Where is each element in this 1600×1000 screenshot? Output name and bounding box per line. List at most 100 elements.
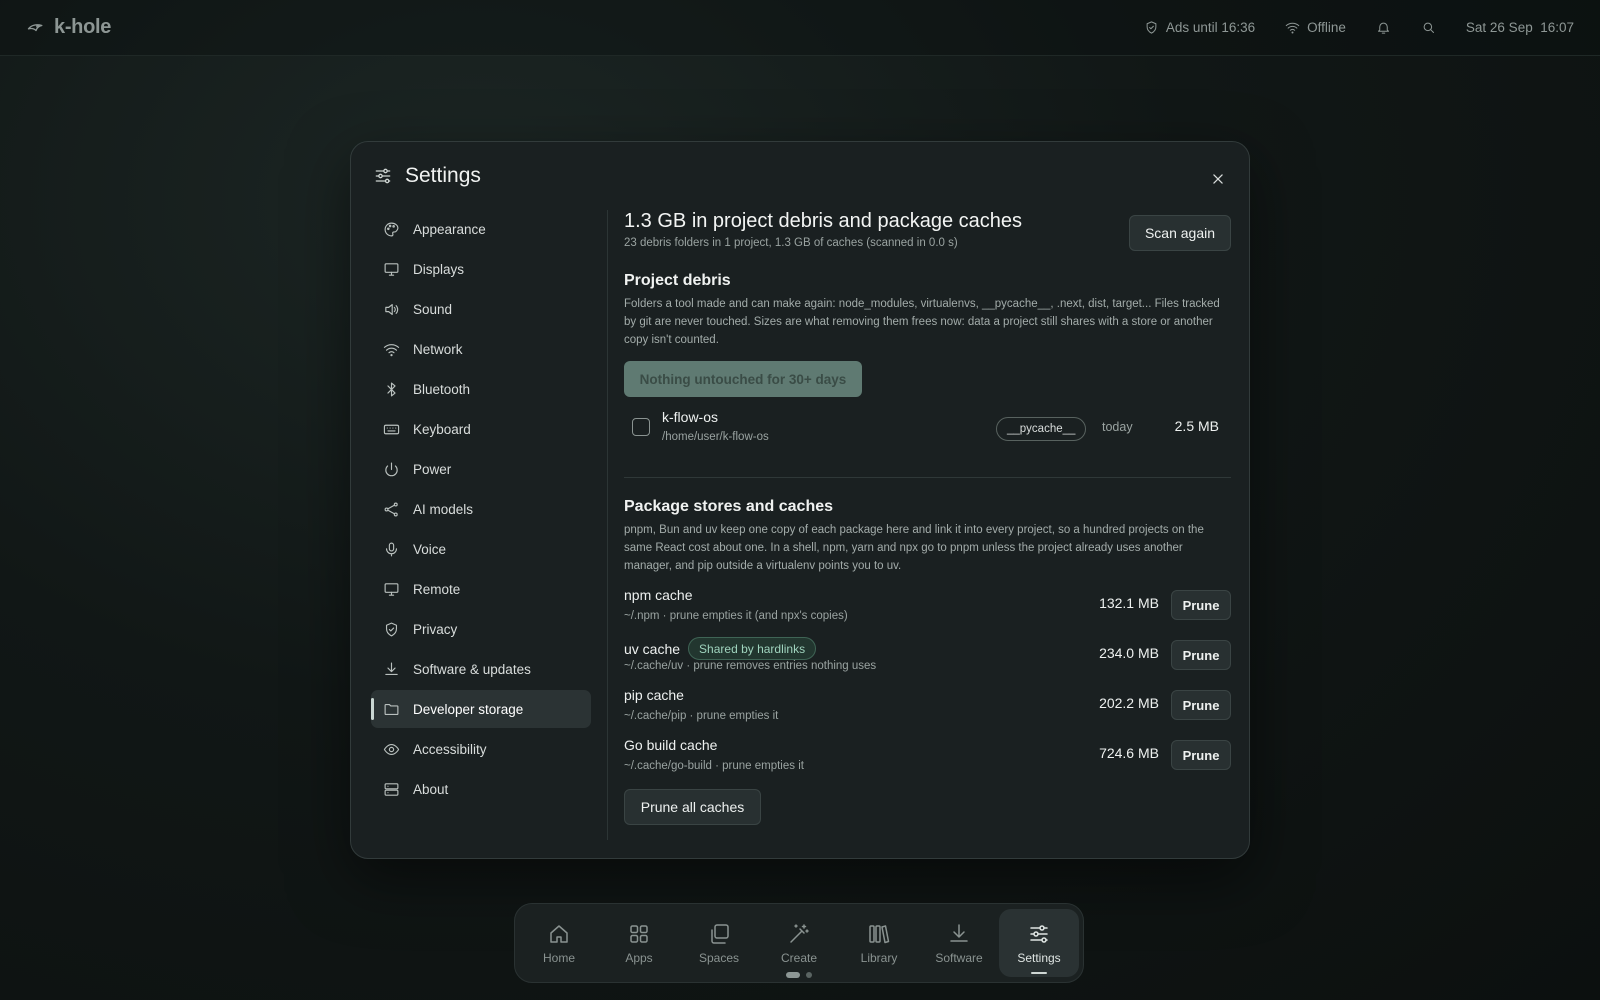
project-path: /home/user/k-flow-os: [662, 431, 769, 443]
eye-icon: [383, 743, 400, 755]
settings-dialog: Settings Appearance Displays Sound Netwo…: [350, 141, 1250, 859]
dock-page-indicator[interactable]: [786, 972, 812, 978]
cache-name: uv cache Shared by hardlinks: [624, 637, 817, 660]
sidebar-item-accessibility[interactable]: Accessibility: [371, 730, 591, 768]
sidebar-item-label: Sound: [413, 301, 453, 317]
dock-item-settings[interactable]: Settings: [999, 909, 1079, 977]
sidebar-item-bluetooth[interactable]: Bluetooth: [371, 370, 591, 408]
sidebar-item-software-updates[interactable]: Software & updates: [371, 650, 591, 688]
dock-item-library[interactable]: Library: [839, 909, 919, 977]
network-status[interactable]: Offline: [1285, 20, 1346, 35]
bluetooth-icon: [387, 382, 396, 396]
sidebar-item-label: Voice: [413, 541, 447, 557]
notifications-button[interactable]: [1376, 20, 1391, 35]
prune-button[interactable]: Prune: [1171, 640, 1231, 670]
sidebar-item-power[interactable]: Power: [371, 450, 591, 488]
dialog-title: Settings: [405, 164, 481, 187]
page-dot[interactable]: [806, 972, 812, 978]
page-dot-active[interactable]: [786, 972, 800, 978]
copy-icon: [711, 923, 729, 944]
cache-name: npm cache: [624, 587, 692, 603]
sidebar-item-about[interactable]: About: [371, 770, 591, 808]
shield-check-icon: [385, 622, 398, 636]
ads-status[interactable]: Ads until 16:36: [1144, 20, 1255, 35]
sidebar-item-label: Appearance: [413, 221, 486, 237]
section-description: Folders a tool made and can make again: …: [624, 298, 1220, 346]
prune-button[interactable]: Prune: [1171, 690, 1231, 720]
sidebar-item-keyboard[interactable]: Keyboard: [371, 410, 591, 448]
cache-size: 202.2 MB: [1099, 695, 1159, 711]
cache-size: 234.0 MB: [1099, 645, 1159, 661]
sidebar-item-label: Keyboard: [413, 421, 471, 437]
project-row[interactable]: k-flow-os /home/user/k-flow-os __pycache…: [624, 403, 1231, 459]
sliders-icon: [1030, 924, 1048, 943]
sidebar-item-label: Remote: [413, 581, 461, 597]
status-area: Ads until 16:36 Offline Sat 26 Sep 16:07: [1144, 20, 1574, 35]
dock-item-label: Software: [935, 950, 983, 965]
cache-name: Go build cache: [624, 737, 717, 753]
keyboard-icon: [383, 424, 400, 434]
brand[interactable]: k-hole: [26, 16, 111, 39]
wifi-icon: [1285, 22, 1300, 34]
dock-item-spaces[interactable]: Spaces: [679, 909, 759, 977]
dock-item-label: Settings: [1017, 950, 1061, 965]
dock-item-apps[interactable]: Apps: [599, 909, 679, 977]
clock[interactable]: Sat 26 Sep 16:07: [1466, 20, 1574, 35]
section-divider: [624, 477, 1231, 478]
download-icon: [385, 662, 398, 675]
sidebar-item-displays[interactable]: Displays: [371, 250, 591, 288]
sidebar-item-developer-storage[interactable]: Developer storage: [371, 690, 591, 728]
package-caches-section: Package stores and caches pnpm, Bun and …: [624, 498, 1231, 825]
settings-sidebar: Appearance Displays Sound Network Blueto…: [371, 210, 591, 810]
project-last-touched: today: [1102, 420, 1133, 434]
palette-icon: [384, 222, 399, 236]
dock: Home Apps Spaces Create Library Software…: [514, 903, 1084, 983]
home-icon: [550, 924, 568, 943]
sidebar-item-voice[interactable]: Voice: [371, 530, 591, 568]
sidebar-item-appearance[interactable]: Appearance: [371, 210, 591, 248]
dock-item-home[interactable]: Home: [519, 909, 599, 977]
storage-header: 1.3 GB in project debris and package cac…: [624, 210, 1231, 262]
sidebar-item-ai-models[interactable]: AI models: [371, 490, 591, 528]
project-name: k-flow-os: [662, 409, 719, 425]
search-button[interactable]: [1421, 20, 1436, 35]
speaker-icon: [385, 303, 399, 315]
sidebar-item-label: Network: [413, 341, 463, 357]
prune-button[interactable]: Prune: [1171, 740, 1231, 770]
search-icon: [1423, 22, 1434, 33]
sidebar-item-label: About: [413, 781, 449, 797]
prune-button[interactable]: Prune: [1171, 590, 1231, 620]
sidebar-item-privacy[interactable]: Privacy: [371, 610, 591, 648]
microphone-icon: [385, 542, 398, 556]
cache-meta: ~/.cache/uv · prune removes entries noth…: [624, 660, 877, 672]
close-button[interactable]: [1207, 168, 1229, 190]
dock-item-create[interactable]: Create: [759, 909, 839, 977]
section-description: pnpm, Bun and uv keep one copy of each p…: [624, 524, 1204, 572]
dock-item-software[interactable]: Software: [919, 909, 999, 977]
cache-row-uv: uv cache Shared by hardlinks ~/.cache/uv…: [624, 635, 1231, 685]
cache-name-label: Go build cache: [624, 737, 718, 753]
top-bar: k-hole Ads until 16:36 Offline Sat 26 Se…: [0, 0, 1600, 56]
scan-again-button[interactable]: Scan again: [1129, 215, 1231, 251]
magic-wand-icon: [790, 923, 809, 943]
wifi-icon: [383, 343, 400, 356]
cache-row-go: Go build cache ~/.cache/go-build · prune…: [624, 735, 1231, 785]
untouched-filter-button: Nothing untouched for 30+ days: [624, 361, 862, 397]
dock-item-label: Create: [780, 950, 818, 965]
sidebar-item-label: Bluetooth: [413, 381, 471, 397]
prune-all-caches-button[interactable]: Prune all caches: [624, 789, 761, 825]
cache-name: pip cache: [624, 687, 684, 703]
sidebar-item-sound[interactable]: Sound: [371, 290, 591, 328]
dialog-header: Settings: [373, 164, 481, 188]
project-checkbox[interactable]: [632, 418, 650, 436]
section-title: Project debris: [624, 272, 731, 289]
brand-name: k-hole: [54, 16, 112, 38]
cache-name-label: uv cache: [624, 640, 681, 657]
cache-meta: ~/.npm · prune empties it (and npx's cop…: [624, 610, 848, 622]
ads-label: Ads until 16:36: [1165, 20, 1256, 35]
sidebar-item-network[interactable]: Network: [371, 330, 591, 368]
cache-row-pip: pip cache ~/.cache/pip · prune empties i…: [624, 685, 1231, 735]
sidebar-item-label: Power: [413, 461, 452, 477]
sidebar-item-remote[interactable]: Remote: [371, 570, 591, 608]
sidebar-item-label: Displays: [413, 261, 465, 277]
